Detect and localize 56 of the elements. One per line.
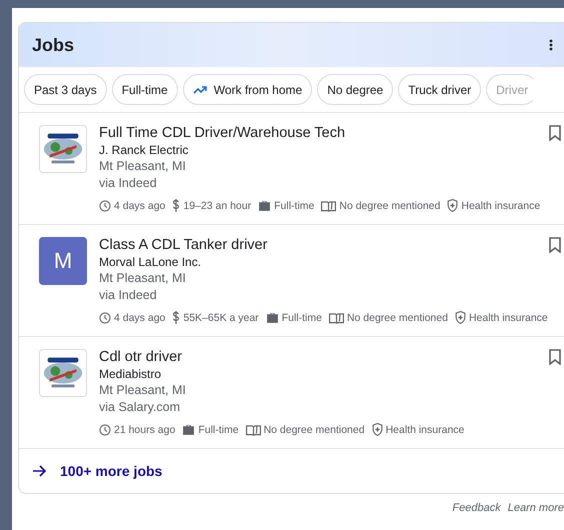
job-source: via Salary.com — [99, 399, 182, 416]
clock-icon — [99, 424, 111, 436]
briefcase-icon — [258, 200, 272, 212]
shield-icon — [372, 423, 383, 436]
job-location: Mt Pleasant, MI — [99, 270, 187, 287]
shield-icon — [454, 311, 466, 324]
job-detail: Health insurance — [461, 200, 540, 212]
filter-chip[interactable]: No degree — [317, 74, 394, 105]
job-detail: Full-time — [274, 200, 314, 212]
job-location: Mt Pleasant, MI — [99, 382, 187, 399]
job-title[interactable]: Full Time CDL Driver/Warehouse Tech — [99, 125, 548, 142]
book-icon — [328, 312, 344, 324]
more-jobs-link[interactable]: 100+ more jobs — [19, 449, 564, 493]
company-name: J. Ranck Electric — [99, 142, 190, 158]
job-detail: No degree mentioned — [264, 424, 365, 436]
filter-chip[interactable]: Truck driver — [398, 74, 482, 105]
filter-chip[interactable]: Full-time — [112, 74, 178, 105]
briefcase-icon — [182, 424, 196, 436]
job-detail: Full-time — [282, 312, 322, 324]
job-detail: 4 days ago — [114, 200, 166, 212]
bookmark-icon[interactable] — [549, 237, 561, 253]
job-detail: No degree mentioned — [346, 312, 448, 324]
section-title: Jobs — [32, 34, 74, 56]
job-title[interactable]: Cdl otr driver — [99, 349, 472, 366]
job-detail: 21 hours ago — [114, 424, 176, 436]
clock-icon — [99, 312, 111, 324]
company-avatar: M — [39, 237, 87, 285]
job-detail: No degree mentioned — [339, 200, 440, 212]
filter-chip[interactable]: Work from home — [182, 74, 312, 105]
job-title[interactable]: Class A CDL Tanker driver — [99, 237, 555, 254]
clock-icon — [99, 200, 111, 212]
job-location: Mt Pleasant, MI — [99, 158, 187, 175]
company-name: Mediabistro — [99, 366, 162, 382]
briefcase-icon — [266, 312, 279, 324]
job-detail: Full-time — [198, 424, 239, 436]
footer-link[interactable]: Learn more — [508, 502, 564, 514]
bookmark-icon[interactable] — [549, 125, 561, 141]
job-source: via Indeed — [99, 175, 158, 192]
arrow-icon — [32, 465, 46, 477]
dollar-icon — [172, 199, 180, 212]
dollar-icon — [172, 311, 180, 324]
more-options-icon[interactable] — [549, 39, 553, 51]
job-detail: Health insurance — [468, 312, 548, 324]
job-detail: 55K–65K a year — [183, 312, 259, 324]
company-name: Morval LaLone Inc. — [99, 254, 202, 270]
shield-icon — [447, 199, 458, 212]
filter-chip[interactable]: Past 3 days — [24, 74, 107, 105]
trending-icon — [192, 85, 207, 94]
job-detail: 4 days ago — [114, 312, 166, 324]
job-detail: Health insurance — [386, 424, 464, 436]
job-detail: 19–23 an hour — [183, 200, 252, 212]
job-source: via Indeed — [99, 287, 158, 304]
book-icon — [246, 424, 261, 436]
footer-link[interactable]: Feedback — [452, 502, 501, 514]
book-icon — [321, 200, 336, 212]
bookmark-icon[interactable] — [549, 349, 561, 365]
